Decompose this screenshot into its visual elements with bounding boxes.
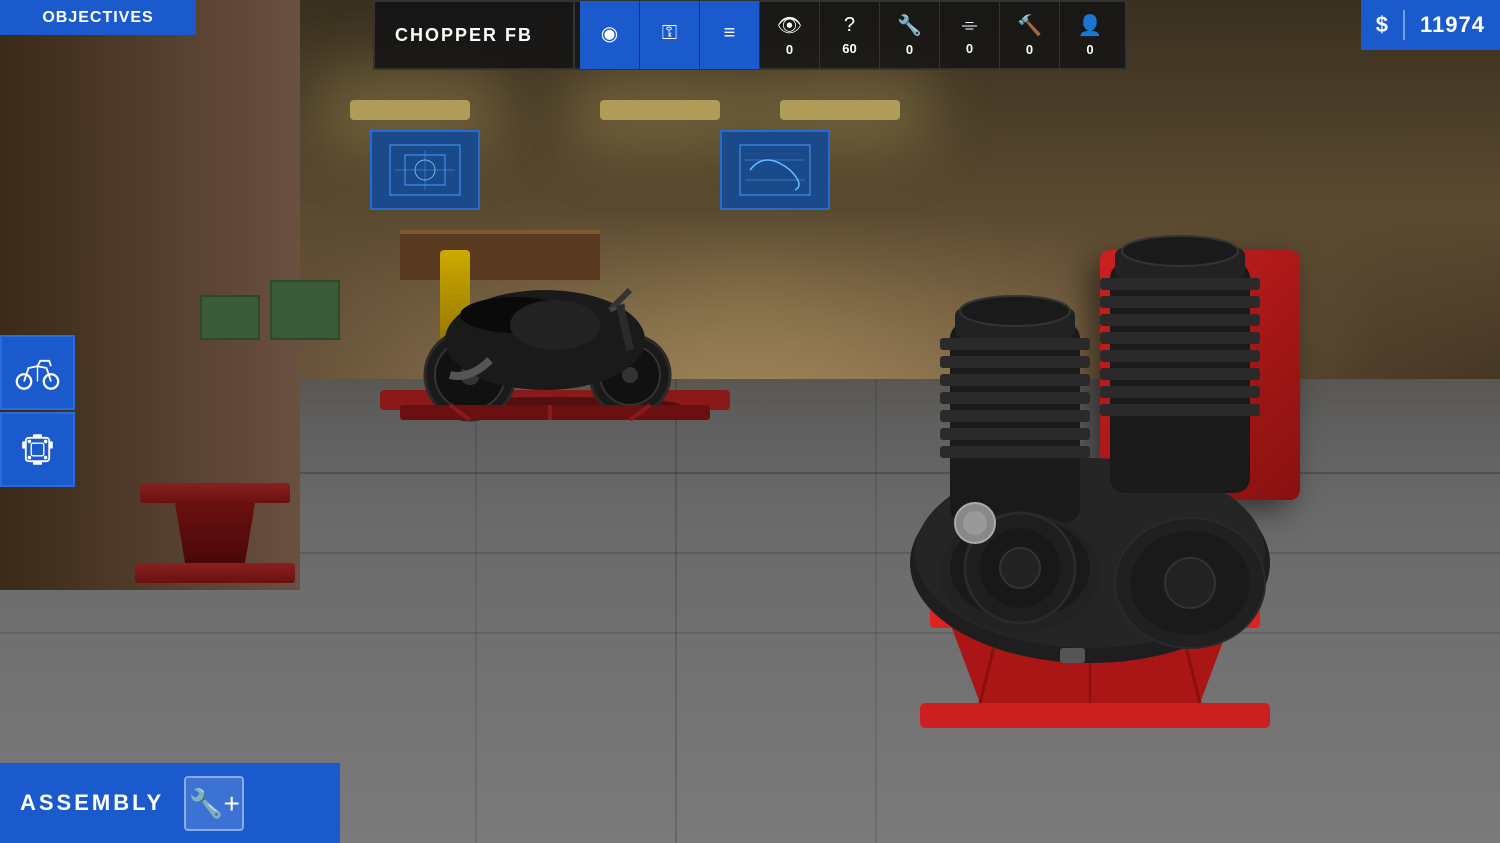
- ceiling-light-1: [350, 100, 470, 120]
- inspect-button[interactable]: 👁0: [760, 1, 820, 69]
- character-button[interactable]: 👤0: [1060, 1, 1120, 69]
- tool-bar: ◉⚿≡👁0?60🔧0⌯0🔨0👤0: [573, 0, 1127, 70]
- money-icon: $: [1376, 12, 1388, 38]
- small-lift: [130, 483, 300, 583]
- motorcycle-icon: [15, 350, 60, 395]
- money-display: $ 11974: [1361, 0, 1500, 50]
- money-amount: 11974: [1420, 12, 1485, 38]
- keys-icon: ⚿: [662, 22, 677, 45]
- measure-button[interactable]: ⌯0: [940, 1, 1000, 69]
- vehicle-name-plate: CHOPPER FB: [373, 0, 573, 70]
- headlights-icon: ◉: [601, 21, 618, 46]
- hammer-count: 0: [1026, 42, 1033, 57]
- repair-icon: 🔧: [897, 13, 922, 38]
- inspect-icon: 👁: [777, 13, 802, 38]
- game-viewport: [0, 0, 1500, 843]
- ceiling-light-3: [780, 100, 900, 120]
- engine-view-button[interactable]: [0, 412, 75, 487]
- repair-button[interactable]: 🔧0: [880, 1, 940, 69]
- motorcycle-view-button[interactable]: [0, 335, 75, 410]
- ceiling-light-2: [600, 100, 720, 120]
- assembly-icon-box: 🔧+: [184, 776, 244, 831]
- help-icon: ?: [844, 14, 855, 37]
- parts-list-icon: ≡: [724, 22, 736, 45]
- assembly-bar[interactable]: ASSEMBLY 🔧+: [0, 763, 340, 843]
- keys-button[interactable]: ⚿: [640, 1, 700, 69]
- inspect-count: 0: [786, 42, 793, 57]
- blueprint-panel-1: [370, 130, 480, 210]
- headlights-button[interactable]: ◉: [580, 1, 640, 69]
- objectives-button[interactable]: Objectives: [0, 0, 196, 35]
- money-separator: [1403, 10, 1405, 40]
- assembly-label: ASSEMBLY: [20, 790, 164, 816]
- hammer-icon: 🔨: [1017, 13, 1042, 38]
- engine-on-stand: [800, 143, 1400, 843]
- repair-count: 0: [906, 42, 913, 57]
- character-icon: 👤: [1078, 13, 1103, 38]
- motorcycle-on-lift: [370, 220, 750, 440]
- storage-box-1: [270, 280, 340, 340]
- hammer-button[interactable]: 🔨0: [1000, 1, 1060, 69]
- measure-icon: ⌯: [962, 14, 978, 37]
- help-button[interactable]: ? 60: [820, 1, 880, 69]
- top-hud-bar: CHOPPER FB ◉⚿≡👁0?60🔧0⌯0🔨0👤0: [373, 0, 1127, 70]
- left-side-panel: [0, 335, 75, 489]
- storage-box-2: [200, 295, 260, 340]
- engine-icon: [15, 427, 60, 472]
- parts-list-button[interactable]: ≡: [700, 1, 760, 69]
- measure-count: 0: [966, 41, 973, 56]
- help-count: 60: [842, 41, 856, 56]
- character-count: 0: [1086, 42, 1093, 57]
- assembly-icon: 🔧+: [189, 787, 240, 820]
